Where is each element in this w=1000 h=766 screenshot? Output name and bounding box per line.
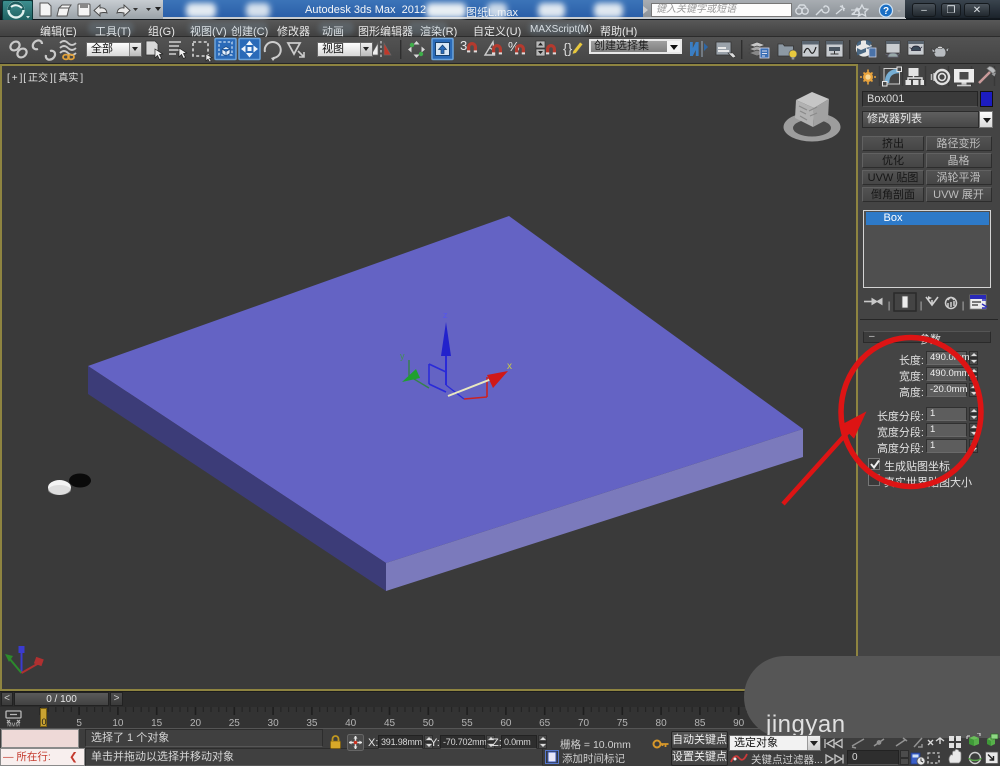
svg-text:40: 40 [345,718,357,728]
svg-text:15: 15 [151,718,163,728]
svg-text:25: 25 [229,718,241,728]
svg-text:x: x [507,361,512,372]
svg-text:20: 20 [190,718,202,728]
svg-text:75: 75 [617,718,629,728]
svg-text:85: 85 [694,718,706,728]
svg-text:30: 30 [268,718,280,728]
svg-text:60: 60 [500,718,512,728]
svg-text:90: 90 [733,718,745,728]
svg-text:5: 5 [76,718,82,728]
svg-text:55: 55 [462,718,474,728]
svg-text:10: 10 [112,718,124,728]
svg-text:45: 45 [384,718,396,728]
svg-text:3: 3 [460,38,467,53]
svg-text:35: 35 [306,718,318,728]
svg-text:MMM: MMM [7,723,20,728]
svg-text:?: ? [883,6,889,17]
svg-text:y: y [400,351,405,361]
svg-text:65: 65 [539,718,551,728]
svg-text:z: z [443,310,448,320]
svg-text:{}: {} [563,40,573,56]
svg-text:70: 70 [578,718,590,728]
svg-text:50: 50 [423,718,435,728]
svg-text:80: 80 [656,718,668,728]
